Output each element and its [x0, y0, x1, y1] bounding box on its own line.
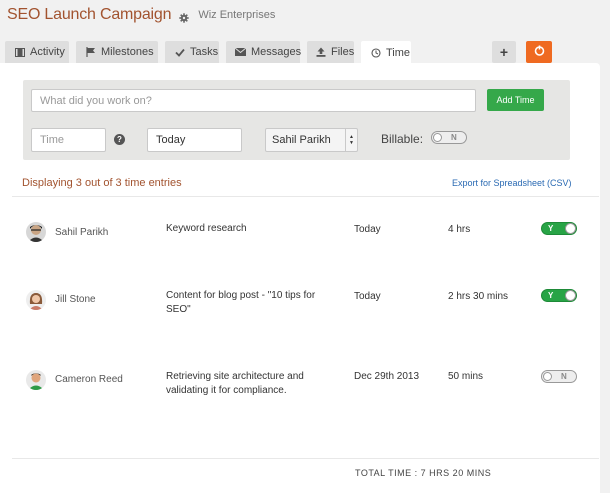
toggle-label: N — [451, 133, 457, 142]
user-select-value: Sahil Parikh — [272, 134, 331, 146]
tab-time[interactable]: Time — [361, 41, 411, 64]
tab-label: Time — [386, 46, 411, 59]
toggle-knob — [543, 372, 552, 381]
help-icon[interactable]: ? — [114, 134, 125, 145]
entry-user-name: Cameron Reed — [55, 374, 123, 385]
divider — [12, 458, 599, 459]
film-icon — [14, 47, 25, 58]
avatar — [26, 370, 46, 390]
alert-icon — [534, 43, 545, 61]
entry-date: Today — [354, 291, 381, 302]
tab-label: Activity — [30, 46, 65, 58]
avatar — [26, 222, 46, 242]
check-icon — [174, 47, 185, 58]
billable-toggle[interactable]: N — [431, 131, 467, 144]
tab-files[interactable]: Files — [307, 41, 354, 63]
billable-toggle[interactable]: N — [541, 370, 577, 383]
billable-label: Billable: — [381, 132, 424, 146]
entry-user-name: Sahil Parikh — [55, 227, 109, 238]
avatar — [26, 290, 46, 310]
total-time: TOTAL TIME : 7 HRS 20 MINS — [355, 468, 492, 478]
toggle-knob — [565, 223, 576, 234]
entry-user-name: Jill Stone — [55, 294, 96, 305]
envelope-icon — [235, 47, 246, 58]
export-csv-link[interactable]: Export for Spreadsheet (CSV) — [452, 178, 572, 188]
tab-label: Milestones — [101, 46, 154, 58]
tab-messages[interactable]: Messages — [226, 41, 302, 63]
entry-duration: 2 hrs 30 mins — [448, 291, 509, 302]
toggle-label: Y — [548, 291, 554, 300]
add-time-button[interactable]: Add Time — [487, 89, 544, 111]
entry-duration: 4 hrs — [448, 224, 471, 235]
work-description-input[interactable]: What did you work on? — [31, 89, 476, 112]
divider — [12, 196, 599, 197]
notifications-button[interactable] — [526, 41, 552, 63]
time-input[interactable]: Time — [31, 128, 106, 152]
toggle-knob — [433, 133, 442, 142]
tab-tasks[interactable]: Tasks — [165, 41, 219, 63]
select-arrows-icon: ▲ ▼ — [345, 129, 357, 151]
gear-icon[interactable] — [179, 10, 190, 23]
entry-description: Retrieving site architecture and validat… — [166, 371, 304, 396]
tab-label: Tasks — [190, 46, 219, 58]
flag-icon — [85, 47, 96, 58]
billable-toggle[interactable]: Y — [541, 222, 577, 235]
toggle-label: Y — [548, 224, 554, 233]
toggle-knob — [565, 290, 576, 301]
entry-date: Today — [354, 224, 381, 235]
entries-summary: Displaying 3 out of 3 time entries — [22, 177, 182, 189]
billable-toggle[interactable]: Y — [541, 289, 577, 302]
time-entry-form: What did you work on? Time ? Today Sahil… — [23, 80, 570, 160]
entry-duration: 50 mins — [448, 371, 484, 382]
toggle-label: N — [561, 372, 567, 381]
user-select[interactable]: Sahil Parikh ▲ ▼ — [265, 128, 358, 152]
entry-description: Content for blog post - "10 tips for SEO… — [166, 290, 316, 315]
tab-activity[interactable]: Activity — [5, 41, 69, 63]
clock-icon — [370, 47, 381, 58]
tab-milestones[interactable]: Milestones — [76, 41, 158, 63]
upload-icon — [316, 47, 326, 58]
tab-label: Files — [331, 46, 355, 58]
entry-date: Dec 29th 2013 — [354, 371, 420, 382]
project-title: SEO Launch Campaign — [7, 6, 172, 23]
entry-description: Keyword research — [166, 223, 247, 234]
page-header: SEO Launch Campaign Wiz Enterprises — [7, 4, 275, 26]
add-button[interactable]: + — [492, 41, 516, 63]
date-input[interactable]: Today — [147, 128, 242, 152]
tab-label: Messages — [251, 46, 302, 58]
company-name[interactable]: Wiz Enterprises — [198, 9, 275, 21]
